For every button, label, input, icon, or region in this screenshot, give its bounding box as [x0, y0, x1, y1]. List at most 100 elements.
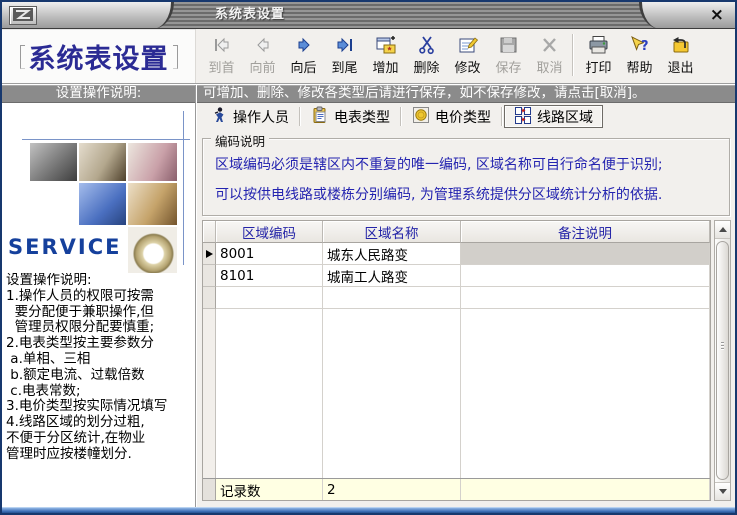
- cell-note[interactable]: [461, 243, 710, 265]
- photo-book: [128, 183, 177, 225]
- prev-icon: [252, 34, 274, 56]
- coin-icon: [412, 106, 430, 128]
- grid-indicator-header: [203, 221, 216, 243]
- toolbar: 到首 向前 向后 到尾 增加 删除 修改 保存 取消 打印 ? 帮助 退出: [195, 29, 735, 83]
- exit-icon: [670, 34, 692, 56]
- help-icon: ?: [629, 34, 651, 56]
- collage-guide-line-h: [22, 139, 190, 140]
- cell-code[interactable]: 8001: [216, 243, 323, 265]
- toolbar-prev-button[interactable]: 向前: [242, 32, 283, 80]
- window-menu-button[interactable]: [9, 6, 37, 25]
- last-icon: [334, 34, 356, 56]
- svg-text:?: ?: [641, 39, 649, 54]
- scroll-down-button[interactable]: [715, 482, 730, 500]
- toolbar-last-button[interactable]: 到尾: [324, 32, 365, 80]
- sidebar: 设置操作说明: SERVICE 设置操作说明: 1.操作人员的权限可按需 要分配…: [2, 85, 195, 507]
- hint-bar: 可增加、删除、修改各类型后请进行保存，如不保存修改，请点击[取消]。: [197, 85, 735, 103]
- scrollbar-thumb[interactable]: [716, 241, 729, 480]
- grid-header-code[interactable]: 区域编码: [216, 221, 323, 243]
- window-bottom-edge: [2, 507, 735, 513]
- title-bracket-left: [20, 45, 25, 69]
- groupbox-title: 编码说明: [211, 131, 269, 150]
- header-row: 系统表设置 到首 向前 向后 到尾 增加 删除 修改 保存 取消 打印 ? 帮助…: [2, 29, 735, 83]
- cell-code[interactable]: 8101: [216, 265, 323, 287]
- cell-name[interactable]: 城南工人路变: [323, 265, 461, 287]
- titlebar-right-cap: ×: [639, 2, 735, 29]
- sidebar-body: SERVICE 设置操作说明: 1.操作人员的权限可按需 要分配便于兼职操作,但…: [2, 103, 195, 507]
- operation-instructions: 设置操作说明: 1.操作人员的权限可按需 要分配便于兼职操作,但 管理员权限分配…: [6, 273, 194, 507]
- tab-line-areas[interactable]: 线路区域: [504, 105, 603, 128]
- app-logo-icon: [13, 6, 33, 25]
- photo-keyboard: [79, 183, 126, 225]
- edit-icon: [457, 34, 479, 56]
- main-area: 设置操作说明: SERVICE 设置操作说明: 1.操作人员的权限可按需 要分配…: [2, 85, 735, 507]
- grid-body: 8001 城东人民路变 8101 城南工人路变: [203, 243, 710, 500]
- title-bracket-right: [173, 45, 178, 69]
- pages-icon: [514, 106, 532, 128]
- toolbar-help-button[interactable]: ? 帮助: [619, 32, 660, 80]
- photo-pen: [79, 143, 126, 181]
- toolbar-edit-button[interactable]: 修改: [447, 32, 488, 80]
- tab-meter-types[interactable]: 电表类型: [302, 105, 399, 128]
- delete-icon: [416, 34, 438, 56]
- header-title-area: 系统表设置: [2, 29, 195, 83]
- grid-filler: [203, 309, 710, 478]
- grid-footer-row: 记录数 2: [203, 478, 710, 500]
- photo-stationery: [128, 143, 177, 181]
- current-row-indicator: [206, 250, 213, 258]
- photo-handset: [30, 143, 77, 181]
- tab-separator: [299, 107, 301, 126]
- toolbar-next-button[interactable]: 向后: [283, 32, 324, 80]
- arrow-up-icon: [719, 227, 727, 232]
- page-title: 系统表设置: [29, 37, 169, 76]
- add-icon: [375, 34, 397, 56]
- scroll-up-button[interactable]: [715, 221, 730, 239]
- toolbar-save-button[interactable]: 保存: [488, 32, 529, 80]
- cell-note[interactable]: [461, 265, 710, 287]
- tab-bar: 操作人员 电表类型 电价类型 线路区域: [197, 103, 735, 130]
- row-indicator-cell: [203, 265, 216, 287]
- person-icon: [210, 106, 228, 128]
- save-icon: [498, 34, 520, 56]
- table-row[interactable]: 8001 城东人民路变: [203, 243, 710, 265]
- title-bar[interactable]: 系统表设置 ×: [2, 2, 735, 29]
- close-button[interactable]: ×: [710, 7, 724, 24]
- record-count-value: 2: [323, 479, 461, 500]
- toolbar-delete-button[interactable]: 删除: [406, 32, 447, 80]
- service-text: SERVICE: [8, 235, 121, 259]
- toolbar-separator: [572, 34, 574, 76]
- collage-guide-line-v: [183, 111, 184, 265]
- vertical-scrollbar[interactable]: [714, 220, 731, 501]
- photo-pocket-watch: [128, 227, 177, 273]
- cancel-icon: [539, 34, 561, 56]
- tab-separator: [400, 107, 402, 126]
- arrow-down-icon: [719, 489, 727, 494]
- toolbar-cancel-button[interactable]: 取消: [529, 32, 570, 80]
- clipboard-icon: [311, 106, 329, 128]
- thumb-grip-icon: [721, 342, 724, 351]
- coding-groupbox: 编码说明 区域编码必须是辖区内不重复的唯一编码, 区域名称可自行命名便于识别; …: [202, 138, 730, 216]
- toolbar-exit-button[interactable]: 退出: [660, 32, 701, 80]
- grid-header-note[interactable]: 备注说明: [461, 221, 710, 243]
- grid-header-row: 区域编码 区域名称 备注说明: [203, 221, 710, 243]
- groupbox-line-1: 区域编码必须是辖区内不重复的唯一编码, 区域名称可自行命名便于识别;: [215, 154, 729, 174]
- first-icon: [211, 34, 233, 56]
- content-panel: 可增加、删除、修改各类型后请进行保存，如不保存修改，请点击[取消]。 操作人员 …: [197, 85, 735, 507]
- toolbar-add-button[interactable]: 增加: [365, 32, 406, 80]
- footer-note-cell: [461, 479, 710, 500]
- next-icon: [293, 34, 315, 56]
- toolbar-first-button[interactable]: 到首: [201, 32, 242, 80]
- table-row[interactable]: 8101 城南工人路变: [203, 265, 710, 287]
- row-indicator-cell: [203, 243, 216, 265]
- grid-header-name[interactable]: 区域名称: [323, 221, 461, 243]
- toolbar-print-button[interactable]: 打印: [578, 32, 619, 80]
- cell-name[interactable]: 城东人民路变: [323, 243, 461, 265]
- tab-operators[interactable]: 操作人员: [201, 105, 298, 128]
- empty-row: [203, 287, 710, 309]
- record-count-label: 记录数: [216, 479, 323, 500]
- footer-indicator-cell: [203, 479, 216, 500]
- tab-price-types[interactable]: 电价类型: [403, 105, 500, 128]
- data-grid: 区域编码 区域名称 备注说明 8001 城东人民路变 8101 城南工人路变: [202, 220, 711, 501]
- tab-separator: [501, 107, 503, 126]
- app-window: 系统表设置 × 系统表设置 到首 向前 向后 到尾 增加 删除 修改 保存: [0, 0, 737, 515]
